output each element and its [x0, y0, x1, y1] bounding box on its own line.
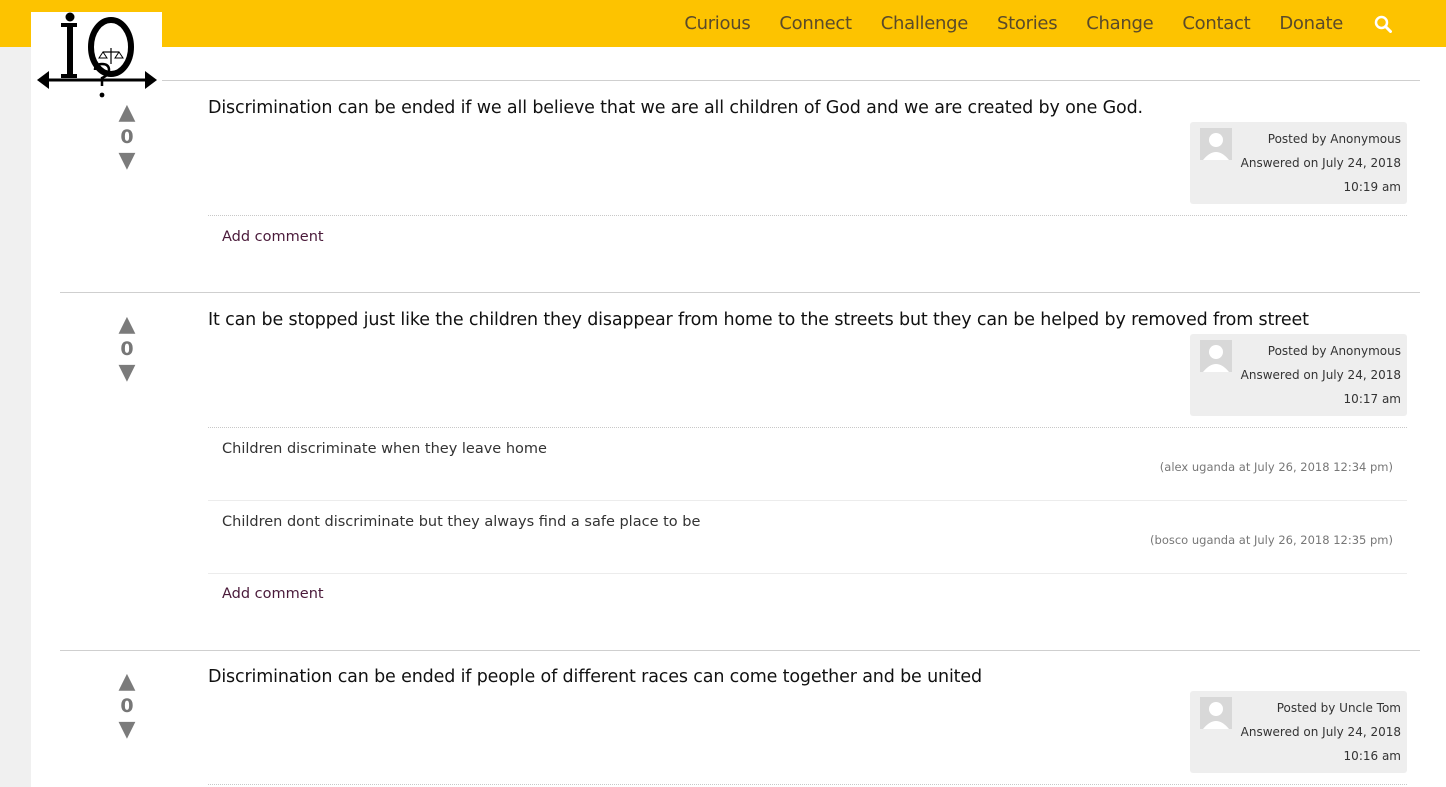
vote-widget: ▲ 0 ▼ [107, 670, 147, 742]
answered-time: 10:19 am [1343, 180, 1401, 194]
vote-widget: ▲ 0 ▼ [107, 313, 147, 385]
comment-text: Children discriminate when they leave ho… [222, 441, 547, 457]
answered-on: Answered on July 24, 2018 [1240, 368, 1401, 382]
downvote-arrow-icon[interactable]: ▼ [107, 149, 147, 173]
nav-contact[interactable]: Contact [1182, 13, 1250, 34]
answered-time: 10:17 am [1343, 392, 1401, 406]
posted-by: Posted by Uncle Tom [1276, 701, 1401, 715]
separator [60, 292, 1420, 293]
answer-text: It can be stopped just like the children… [208, 310, 1309, 330]
vote-count: 0 [120, 126, 134, 148]
add-comment-link[interactable]: Add comment [222, 586, 324, 602]
nav-stories[interactable]: Stories [997, 13, 1058, 34]
comment-meta: (alex uganda at July 26, 2018 12:34 pm) [1159, 460, 1393, 474]
nav-change[interactable]: Change [1086, 13, 1153, 34]
vote-count: 0 [120, 338, 134, 360]
upvote-arrow-icon[interactable]: ▲ [107, 101, 147, 125]
add-comment-link[interactable]: Add comment [222, 229, 324, 245]
downvote-arrow-icon[interactable]: ▼ [107, 718, 147, 742]
avatar [1200, 128, 1232, 160]
comment-text: Children dont discriminate but they alwa… [222, 514, 701, 530]
answer-meta-box: Posted by Uncle Tom Answered on July 24,… [1190, 691, 1407, 773]
divider [208, 573, 1407, 574]
answer-text: Discrimination can be ended if we all be… [208, 98, 1143, 118]
divider [208, 427, 1407, 428]
nav-challenge[interactable]: Challenge [881, 13, 969, 34]
separator [60, 650, 1420, 651]
comment-meta: (bosco uganda at July 26, 2018 12:35 pm) [1150, 533, 1393, 547]
answered-time: 10:16 am [1343, 749, 1401, 763]
search-icon[interactable] [1372, 13, 1394, 35]
nav-connect[interactable]: Connect [779, 13, 852, 34]
avatar [1200, 697, 1232, 729]
site-logo[interactable] [31, 12, 162, 104]
posted-by: Posted by Anonymous [1267, 344, 1401, 358]
io-logo-icon [37, 12, 157, 98]
divider [208, 784, 1407, 785]
separator [162, 80, 1420, 81]
nav-curious[interactable]: Curious [684, 13, 750, 34]
vote-widget: ▲ 0 ▼ [107, 101, 147, 173]
upvote-arrow-icon[interactable]: ▲ [107, 313, 147, 337]
divider [208, 215, 1407, 216]
answered-on: Answered on July 24, 2018 [1240, 725, 1401, 739]
answer-meta-box: Posted by Anonymous Answered on July 24,… [1190, 122, 1407, 204]
upvote-arrow-icon[interactable]: ▲ [107, 670, 147, 694]
downvote-arrow-icon[interactable]: ▼ [107, 361, 147, 385]
avatar [1200, 340, 1232, 372]
vote-count: 0 [120, 695, 134, 717]
answer-text: Discrimination can be ended if people of… [208, 667, 982, 687]
answered-on: Answered on July 24, 2018 [1240, 156, 1401, 170]
divider [208, 500, 1407, 501]
main-nav: Curious Connect Challenge Stories Change… [684, 0, 1394, 47]
nav-donate[interactable]: Donate [1279, 13, 1343, 34]
posted-by: Posted by Anonymous [1267, 132, 1401, 146]
answer-meta-box: Posted by Anonymous Answered on July 24,… [1190, 334, 1407, 416]
